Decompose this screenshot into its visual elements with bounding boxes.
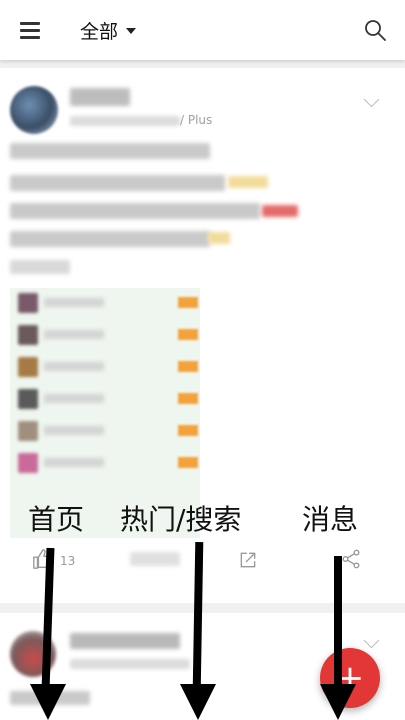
membership-badge: / Plus: [180, 113, 213, 127]
post-text-line: [10, 175, 225, 191]
list-item-thumb: [18, 293, 38, 313]
list-item-thumb: [18, 325, 38, 345]
list-item-text: [44, 330, 104, 339]
annotation-home: 首页: [28, 503, 85, 536]
post-meta-blurred: [70, 116, 180, 126]
list-item-text: [44, 458, 104, 467]
list-item-text: [44, 394, 104, 403]
list-item: [10, 384, 200, 414]
feed-divider: [0, 603, 405, 613]
list-item: [10, 320, 200, 350]
list-item-text: [44, 426, 104, 435]
avatar[interactable]: [10, 86, 58, 134]
post-meta-blurred: [70, 659, 190, 669]
post-text-line: [10, 231, 210, 247]
list-item: [10, 448, 200, 478]
list-item-thumb: [18, 421, 38, 441]
list-item: [10, 352, 200, 382]
list-item-tag: [178, 393, 198, 404]
list-item-text: [44, 298, 104, 307]
post-tag-blurred[interactable]: [10, 260, 70, 274]
emoji-highlight: [208, 232, 230, 244]
feed-filter-label: 全部: [80, 20, 119, 43]
top-bar: 全部: [0, 0, 405, 60]
list-item-tag: [178, 297, 198, 308]
annotation-arrow: [334, 556, 342, 690]
heart-emoji: [262, 205, 298, 217]
emoji-highlight: [228, 176, 268, 188]
feed-filter-dropdown[interactable]: 全部: [80, 16, 137, 44]
list-item-thumb: [18, 389, 38, 409]
share-external-icon[interactable]: [238, 550, 258, 570]
list-item-tag: [178, 457, 198, 468]
share-nodes-icon[interactable]: [340, 548, 362, 570]
chevron-down-icon[interactable]: [363, 632, 380, 649]
chevron-down-icon[interactable]: [363, 91, 380, 108]
list-item: [10, 416, 200, 446]
list-item-tag: [178, 425, 198, 436]
post-text-line: [10, 143, 210, 159]
author-name-blurred[interactable]: [70, 88, 130, 106]
list-item-tag: [178, 329, 198, 340]
annotation-messages: 消息: [302, 503, 359, 536]
list-item-thumb: [18, 453, 38, 473]
caret-down-icon: [126, 28, 137, 34]
annotation-arrow-head: [320, 684, 356, 720]
search-icon[interactable]: [363, 18, 387, 42]
list-item-tag: [178, 361, 198, 372]
list-item-text: [44, 362, 104, 371]
list-item-thumb: [18, 357, 38, 377]
list-item: [10, 288, 200, 318]
post-text-line: [10, 203, 260, 219]
comment-action-blurred[interactable]: [130, 552, 180, 566]
author-name-blurred[interactable]: [70, 633, 180, 649]
hamburger-menu-icon[interactable]: [20, 22, 40, 39]
annotation-hot-search: 热门/搜索: [120, 503, 242, 536]
annotation-arrow-head: [180, 684, 216, 720]
like-count: 13: [60, 554, 76, 568]
annotation-arrow-head: [30, 684, 66, 720]
feed-divider: [0, 60, 405, 68]
